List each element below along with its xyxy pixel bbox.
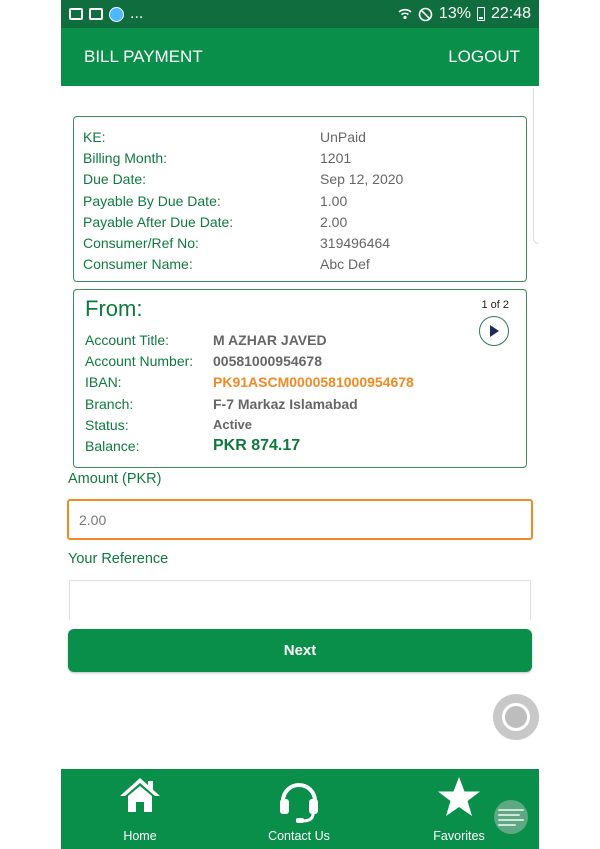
nav-label: Home — [123, 829, 157, 843]
wifi-icon — [398, 8, 412, 20]
assistive-touch-icon — [502, 703, 530, 731]
star-icon — [438, 777, 480, 816]
account-row: Account Title: M AZHAR JAVED — [85, 329, 414, 350]
scroll-indicator — [533, 88, 539, 244]
account-label: Branch: — [85, 395, 134, 412]
globe-icon — [109, 6, 124, 22]
reference-input[interactable] — [69, 580, 531, 620]
bill-label: Payable By Due Date: — [83, 192, 221, 209]
account-title-value: M AZHAR JAVED — [213, 331, 327, 348]
bill-label: Billing Month: — [83, 149, 168, 166]
play-arrow-icon — [490, 325, 499, 337]
home-icon — [120, 778, 160, 812]
from-account-card: From: 1 of 2 Account Title: M AZHAR JAVE… — [73, 289, 527, 468]
account-pager: 1 of 2 — [481, 299, 509, 311]
account-details: Account Title: M AZHAR JAVED Account Num… — [85, 329, 414, 457]
status-bar: ... 13% 22:48 — [61, 0, 539, 28]
page-title: BILL PAYMENT — [84, 47, 203, 66]
clock: 22:48 — [490, 5, 531, 22]
chat-bubble-button[interactable] — [494, 800, 528, 834]
bill-label: Due Date: — [83, 171, 147, 188]
account-row: IBAN: PK91ASCM0000581000954678 — [85, 372, 414, 393]
bottom-nav: Home Contact Us Favorites — [61, 769, 539, 849]
bill-row: Consumer Name: Abc Def — [83, 254, 526, 275]
reference-label: Your Reference — [68, 551, 169, 567]
account-label: Status: — [85, 416, 129, 433]
app-screen: ... 13% 22:48 BILL PAYMENT LOGOUT KE: Un… — [61, 0, 539, 849]
next-account-button[interactable] — [479, 316, 509, 346]
photo-settings-icon — [89, 8, 103, 20]
account-number-value: 00581000954678 — [213, 352, 323, 369]
headset-icon — [280, 783, 318, 823]
bill-value: Sep 12, 2020 — [320, 171, 404, 188]
bill-label: Consumer Name: — [83, 256, 193, 273]
chat-line — [498, 824, 516, 826]
amount-label: Amount (PKR) — [68, 471, 162, 487]
account-label: Account Number: — [85, 352, 194, 369]
chat-line — [498, 809, 524, 811]
chat-line — [498, 819, 524, 821]
chat-line — [498, 814, 520, 816]
bill-row: Billing Month: 1201 — [83, 147, 526, 168]
status-bar-right: 13% 22:48 — [398, 5, 531, 23]
bill-label: Payable After Due Date: — [83, 213, 234, 230]
nav-label: Contact Us — [268, 829, 330, 843]
logout-button[interactable]: LOGOUT — [448, 47, 520, 67]
status-value: Active — [213, 417, 253, 433]
from-title: From: — [85, 296, 143, 321]
next-button[interactable]: Next — [68, 629, 532, 672]
account-label: IBAN: — [85, 374, 122, 391]
battery-percent: 13% — [438, 5, 471, 22]
account-row: Status: Active — [85, 414, 414, 435]
bill-value: 2.00 — [320, 213, 348, 230]
balance-value: PKR 874.17 — [213, 437, 301, 455]
do-not-disturb-icon — [418, 7, 433, 21]
app-header: BILL PAYMENT LOGOUT — [61, 28, 539, 86]
bill-row: Due Date: Sep 12, 2020 — [83, 169, 526, 190]
bill-label: Consumer/Ref No: — [83, 235, 199, 252]
bill-label: KE: — [83, 128, 106, 145]
bill-value: 319496464 — [320, 235, 391, 252]
bill-row: Consumer/Ref No: 319496464 — [83, 232, 526, 253]
bill-value: Abc Def — [320, 256, 370, 273]
bill-value: 1.00 — [320, 192, 348, 209]
bill-row: KE: UnPaid — [83, 126, 526, 147]
assistive-touch-button[interactable] — [493, 694, 539, 740]
branch-value: F-7 Markaz Islamabad — [213, 395, 358, 412]
iban-value: PK91ASCM0000581000954678 — [213, 374, 414, 391]
bill-details-card: KE: UnPaid Billing Month: 1201 Due Date:… — [73, 116, 527, 282]
bill-value: 1201 — [320, 149, 352, 166]
bill-row: Payable By Due Date: 1.00 — [83, 190, 526, 211]
account-row: Branch: F-7 Markaz Islamabad — [85, 393, 414, 414]
amount-input[interactable] — [67, 499, 533, 540]
status-bar-left: ... — [69, 5, 143, 23]
nav-item-contact-us[interactable]: Contact Us — [239, 769, 359, 849]
account-row: Balance: PKR 874.17 — [85, 435, 414, 456]
account-row: Account Number: 00581000954678 — [85, 350, 414, 371]
gallery-icon — [69, 8, 83, 20]
bill-row: Payable After Due Date: 2.00 — [83, 211, 526, 232]
status-overflow: ... — [130, 5, 144, 22]
bill-value: UnPaid — [320, 128, 366, 145]
battery-icon — [476, 7, 485, 21]
account-label: Balance: — [85, 438, 140, 455]
account-label: Account Title: — [85, 331, 170, 348]
nav-item-home[interactable]: Home — [80, 769, 200, 849]
